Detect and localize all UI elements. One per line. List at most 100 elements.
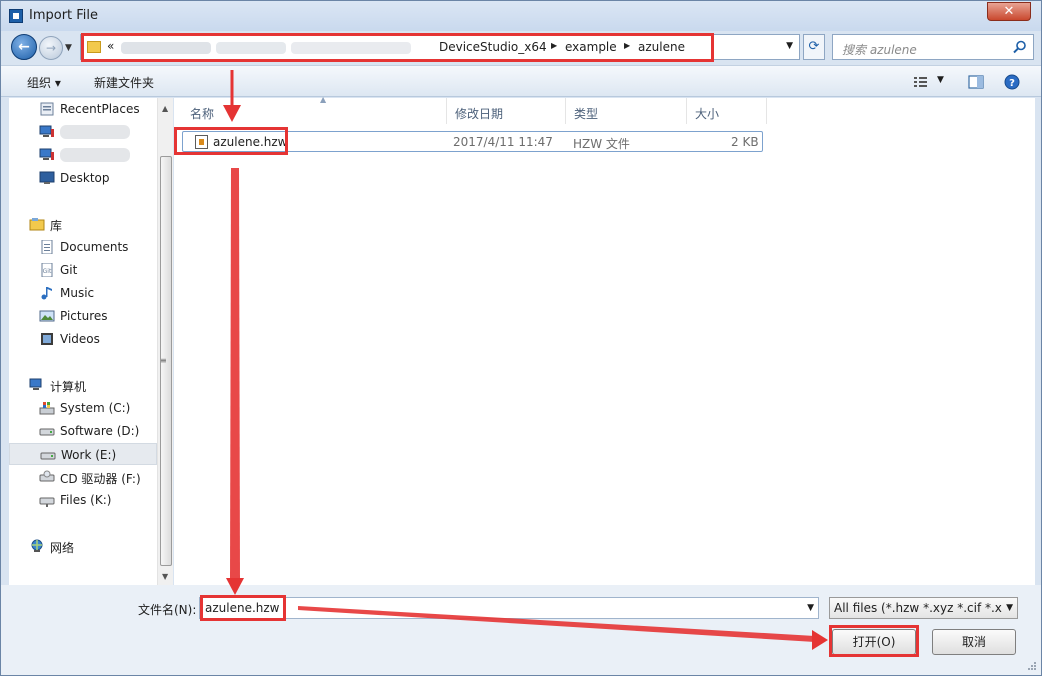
network-icon (31, 539, 43, 552)
drive-icon (40, 452, 56, 460)
sidebar-item-computer[interactable]: 计算机 (9, 374, 157, 396)
network-drive-icon (39, 497, 55, 507)
organize-menu[interactable]: 组织 ▾ (27, 74, 61, 91)
close-button[interactable]: ✕ (987, 2, 1031, 21)
search-input[interactable]: 搜索 azulene (832, 34, 1034, 60)
computer-icon (39, 148, 54, 160)
column-header-name[interactable]: 名称 ▲ (182, 95, 447, 124)
sidebar-item-label: Videos (60, 332, 100, 346)
resize-grip-icon[interactable] (1027, 661, 1037, 671)
view-options-icon[interactable] (913, 74, 929, 90)
file-type-select[interactable]: All files (*.hzw *.xyz *.cif *.xsd ▼ (829, 597, 1018, 619)
sidebar-item-label: System (C:) (60, 401, 131, 415)
sidebar-item-label: Music (60, 286, 95, 300)
git-library-icon: Git (41, 263, 53, 277)
navigation-pane: RecentPlaces Desktop 库 Documents Git Git (9, 98, 157, 585)
file-type-dropdown-icon[interactable]: ▼ (1006, 603, 1013, 613)
sidebar-item-label: Files (K:) (60, 493, 112, 507)
search-placeholder: 搜索 azulene (842, 43, 917, 57)
drive-icon (39, 428, 55, 436)
new-folder-button[interactable]: 新建文件夹 (94, 74, 154, 91)
dialog-footer: 文件名(N): azulene.hzw ▼ All files (*.hzw *… (1, 585, 1041, 675)
sidebar-item-label: CD 驱动器 (F:) (60, 472, 141, 486)
sidebar-item-label: RecentPlaces (60, 102, 140, 116)
navigation-bar: ← → ▼ « DeviceStudio_x64 ▶ example ▶ azu… (1, 31, 1041, 63)
blurred-label (60, 148, 130, 162)
filename-dropdown-icon[interactable]: ▼ (807, 603, 814, 613)
app-icon (9, 9, 23, 23)
filename-input[interactable]: azulene.hzw ▼ (199, 595, 819, 621)
libraries-icon (29, 218, 45, 231)
sidebar-item-software-d[interactable]: Software (D:) (9, 420, 157, 442)
sidebar-item-pictures[interactable]: Pictures (9, 305, 157, 327)
filename-label: 文件名(N): (138, 603, 197, 617)
annotation-box-open (829, 625, 919, 657)
view-dropdown-icon[interactable]: ▼ (937, 75, 944, 85)
system-drive-icon (39, 402, 55, 415)
sort-ascending-icon: ▲ (320, 95, 327, 104)
scroll-up-icon[interactable]: ▲ (162, 104, 168, 113)
column-header-type[interactable]: 类型 (566, 98, 687, 124)
column-type-label: 类型 (574, 107, 599, 121)
window-title: Import File (29, 8, 99, 23)
back-button[interactable]: ← (11, 34, 37, 60)
column-header-size[interactable]: 大小 (687, 98, 767, 124)
sidebar-item-work-e[interactable]: Work (E:) (9, 443, 157, 465)
svg-text:?: ? (1009, 78, 1015, 89)
sidebar-item-network-pc[interactable] (9, 144, 157, 166)
recent-locations-chevron-icon[interactable]: ▼ (65, 43, 72, 53)
sidebar-item-videos[interactable]: Videos (9, 328, 157, 350)
sidebar-item-recentplaces[interactable]: RecentPlaces (9, 98, 157, 120)
sidebar-item-label: Git (60, 263, 78, 277)
file-list: 名称 ▲ 修改日期 类型 大小 azulene.hzw 2017/4/11 11… (174, 95, 1035, 585)
sidebar-item-documents[interactable]: Documents (9, 236, 157, 258)
sidebar-item-libraries[interactable]: 库 (9, 213, 157, 235)
pictures-icon (39, 310, 55, 322)
cd-drive-icon (39, 470, 55, 482)
videos-icon (41, 333, 53, 345)
preview-pane-icon[interactable] (968, 74, 984, 90)
sidebar-scrollbar[interactable]: ▲ ≡ ▼ (157, 98, 173, 585)
sidebar-item-system-c[interactable]: System (C:) (9, 397, 157, 419)
sidebar-item-label: Documents (60, 240, 129, 254)
address-bar[interactable]: « DeviceStudio_x64 ▶ example ▶ azulene ▼ (80, 33, 800, 62)
sidebar-item-desktop[interactable]: Desktop (9, 167, 157, 189)
scroll-down-icon[interactable]: ▼ (162, 572, 168, 581)
file-size: 2 KB (731, 135, 759, 149)
sidebar-item-git[interactable]: Git Git (9, 259, 157, 281)
recent-places-icon (40, 102, 54, 116)
sidebar-item-label: 网络 (50, 541, 75, 555)
svg-text:Git: Git (43, 268, 52, 275)
blurred-label (60, 125, 130, 139)
column-name-label: 名称 (190, 107, 215, 121)
computer-icon (39, 125, 54, 137)
import-file-dialog: Import File ✕ ← → ▼ « DeviceStudio_x64 ▶… (0, 0, 1042, 676)
annotation-box-filename (200, 595, 286, 621)
sidebar-item-music[interactable]: Music (9, 282, 157, 304)
sidebar-item-network-pc[interactable] (9, 121, 157, 143)
music-icon (41, 287, 52, 300)
sidebar-item-files-k[interactable]: Files (K:) (9, 489, 157, 511)
sidebar-item-label: Desktop (60, 171, 110, 185)
column-size-label: 大小 (695, 107, 720, 121)
help-icon[interactable]: ? (1004, 74, 1020, 90)
column-header-date[interactable]: 修改日期 (447, 98, 566, 124)
documents-icon (41, 240, 53, 254)
cancel-button[interactable]: 取消 (932, 629, 1016, 655)
computer-icon (29, 378, 42, 390)
file-type-value: All files (*.hzw *.xyz *.cif *.xsd (834, 601, 1002, 615)
sidebar-item-label: 计算机 (50, 380, 87, 394)
sidebar-item-label: 库 (50, 219, 63, 233)
annotation-box-address (81, 33, 714, 62)
sidebar-item-cd-f[interactable]: CD 驱动器 (F:) (9, 466, 157, 488)
address-dropdown-icon[interactable]: ▼ (786, 41, 793, 51)
title-bar[interactable]: Import File ✕ (1, 1, 1041, 31)
sidebar-item-network[interactable]: 网络 (9, 535, 157, 557)
desktop-icon (39, 171, 55, 184)
file-type: HZW 文件 (573, 137, 630, 151)
forward-button[interactable]: → (39, 36, 63, 60)
refresh-button[interactable]: ⟳ (803, 34, 825, 60)
search-icon[interactable] (1013, 40, 1027, 54)
scroll-grip-icon: ≡ (160, 356, 167, 365)
command-toolbar: 组织 ▾ 新建文件夹 ▼ ? (1, 65, 1041, 97)
